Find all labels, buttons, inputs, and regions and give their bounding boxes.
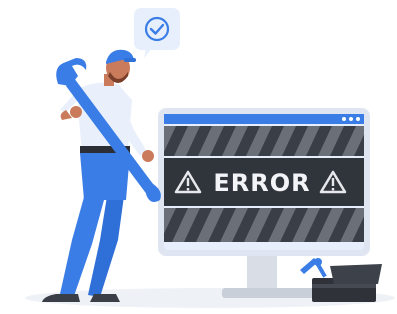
hazard-band-bottom <box>164 208 364 242</box>
worker-hand <box>70 106 82 118</box>
error-maintenance-illustration: ERROR <box>25 8 395 308</box>
window-dot <box>356 117 360 121</box>
monitor-stand-base <box>222 288 314 298</box>
speech-bubble <box>134 8 180 58</box>
window-dot <box>342 117 346 121</box>
monitor-stand-neck <box>247 252 277 292</box>
window-dot <box>349 117 353 121</box>
error-message: ERROR <box>213 169 310 197</box>
hazard-band-top <box>164 126 364 156</box>
toolbox <box>300 258 382 302</box>
screen-topbar <box>164 114 364 124</box>
shoe <box>90 294 120 302</box>
